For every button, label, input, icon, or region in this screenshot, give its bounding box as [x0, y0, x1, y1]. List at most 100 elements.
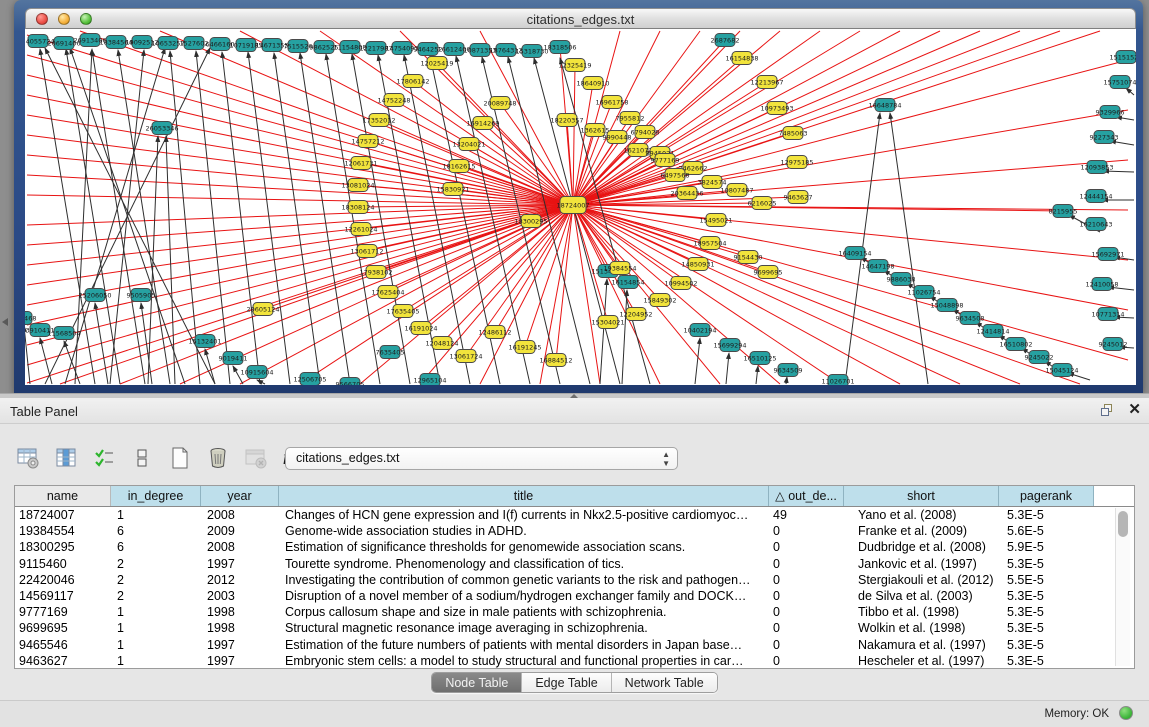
table-cell[interactable]: 0 — [769, 620, 844, 636]
table-cell[interactable]: Disruption of a novel member of a sodium… — [279, 588, 769, 604]
table-cell[interactable]: 22420046 — [15, 572, 111, 588]
table-cell[interactable]: 2003 — [201, 588, 279, 604]
close-panel-icon[interactable]: ✕ — [1128, 402, 1141, 418]
table-row[interactable]: 1872400712008Changes of HCN gene express… — [15, 507, 1134, 523]
table-cell[interactable]: 6 — [111, 539, 201, 555]
table-cell[interactable]: 19384554 — [15, 523, 111, 539]
table-cell[interactable]: 1997 — [201, 556, 279, 572]
table-cell[interactable]: Corpus callosum shape and size in male p… — [279, 604, 769, 620]
table-cell[interactable]: 9115460 — [15, 556, 111, 572]
table-cell[interactable]: 2008 — [201, 507, 279, 523]
table-cell[interactable]: Tourette syndrome. Phenomenology and cla… — [279, 556, 769, 572]
table-cell[interactable]: Embryonic stem cells: a model to study s… — [279, 653, 769, 669]
table-row[interactable]: 1830029562008Estimation of significance … — [15, 539, 1134, 555]
delete-column-trash-button[interactable] — [204, 444, 232, 472]
column-header-year[interactable]: year — [201, 486, 279, 506]
table-cell[interactable]: 1998 — [201, 604, 279, 620]
table-cell[interactable]: 6 — [111, 523, 201, 539]
table-row[interactable]: 911546021997Tourette syndrome. Phenomeno… — [15, 556, 1134, 572]
network-window-titlebar[interactable]: citations_edges.txt — [25, 8, 1136, 29]
table-cell[interactable]: 5.3E-5 — [999, 556, 1094, 572]
tab-edge-table[interactable]: Edge Table — [522, 673, 611, 692]
table-selector-dropdown[interactable]: citations_edges.txt ▲▼ — [285, 447, 678, 470]
table-cell[interactable]: 1997 — [201, 653, 279, 669]
table-cell[interactable]: 1 — [111, 604, 201, 620]
scrollbar-thumb[interactable] — [1118, 511, 1128, 537]
table-row[interactable]: 946554611997Estimation of the future num… — [15, 637, 1134, 653]
table-cell[interactable]: 5.6E-5 — [999, 523, 1094, 539]
table-cell[interactable]: 5.5E-5 — [999, 572, 1094, 588]
column-header-out_de[interactable]: △ out_de... — [769, 486, 844, 506]
table-cell[interactable]: 2009 — [201, 523, 279, 539]
table-cell[interactable]: 14569117 — [15, 588, 111, 604]
table-cell[interactable]: Wolkin et al. (1998) — [844, 620, 999, 636]
table-cell[interactable]: 5.3E-5 — [999, 604, 1094, 620]
table-cell[interactable]: 5.3E-5 — [999, 620, 1094, 636]
table-cell[interactable]: Hescheler et al. (1997) — [844, 653, 999, 669]
table-cell[interactable]: 2 — [111, 556, 201, 572]
table-cell[interactable]: 9463627 — [15, 653, 111, 669]
table-cell[interactable]: 5.9E-5 — [999, 539, 1094, 555]
table-cell[interactable]: Changes of HCN gene expression and I(f) … — [279, 507, 769, 523]
table-row[interactable]: 969969511998Structural magnetic resonanc… — [15, 620, 1134, 636]
table-cell[interactable]: 18300295 — [15, 539, 111, 555]
table-cell[interactable]: 1 — [111, 637, 201, 653]
table-cell[interactable]: 5.3E-5 — [999, 637, 1094, 653]
table-cell[interactable]: 49 — [769, 507, 844, 523]
table-cell[interactable]: 1 — [111, 653, 201, 669]
tab-node-table[interactable]: Node Table — [432, 673, 522, 692]
table-cell[interactable]: 0 — [769, 653, 844, 669]
table-cell[interactable]: Franke et al. (2009) — [844, 523, 999, 539]
table-row[interactable]: 946362711997Embryonic stem cells: a mode… — [15, 653, 1134, 669]
table-row[interactable]: 1938455462009Genome-wide association stu… — [15, 523, 1134, 539]
table-mode-button[interactable] — [14, 444, 42, 472]
column-header-title[interactable]: title — [279, 486, 769, 506]
table-cell[interactable]: 0 — [769, 539, 844, 555]
column-header-short[interactable]: short — [844, 486, 999, 506]
table-cell[interactable]: 1997 — [201, 637, 279, 653]
table-cell[interactable]: 5.3E-5 — [999, 507, 1094, 523]
new-column-button[interactable] — [166, 444, 194, 472]
memory-ok-indicator[interactable] — [1119, 706, 1133, 720]
column-header-in_degree[interactable]: in_degree — [111, 486, 201, 506]
row-height-button[interactable] — [128, 444, 156, 472]
table-cell[interactable]: Jankovic et al. (1997) — [844, 556, 999, 572]
float-panel-icon[interactable] — [1101, 404, 1115, 417]
table-cell[interactable]: 5.3E-5 — [999, 588, 1094, 604]
table-cell[interactable]: 0 — [769, 588, 844, 604]
table-cell[interactable]: 18724007 — [15, 507, 111, 523]
table-cell[interactable]: 0 — [769, 556, 844, 572]
table-cell[interactable]: Structural magnetic resonance image aver… — [279, 620, 769, 636]
table-cell[interactable]: 9465546 — [15, 637, 111, 653]
select-columns-checklist-button[interactable] — [90, 444, 118, 472]
table-cell[interactable]: Dudbridge et al. (2008) — [844, 539, 999, 555]
network-window[interactable]: citations_edges.txt 18724007240557242069… — [14, 0, 1143, 393]
table-cell[interactable]: 2 — [111, 572, 201, 588]
column-header-name[interactable]: name — [15, 486, 111, 506]
table-row[interactable]: 977716911998Corpus callosum shape and si… — [15, 604, 1134, 620]
table-cell[interactable]: Estimation of significance thresholds fo… — [279, 539, 769, 555]
table-cell[interactable]: Investigating the contribution of common… — [279, 572, 769, 588]
vertical-scrollbar[interactable] — [1115, 508, 1130, 666]
table-cell[interactable]: 1998 — [201, 620, 279, 636]
table-cell[interactable]: 2 — [111, 588, 201, 604]
table-cell[interactable]: 1 — [111, 620, 201, 636]
table-cell[interactable]: 9777169 — [15, 604, 111, 620]
tab-network-table[interactable]: Network Table — [612, 673, 717, 692]
network-canvas[interactable]: 1872400724055724206914062691340618384564… — [25, 29, 1136, 385]
table-cell[interactable]: Tibbo et al. (1998) — [844, 604, 999, 620]
table-cell[interactable]: 9699695 — [15, 620, 111, 636]
table-cell[interactable]: Yano et al. (2008) — [844, 507, 999, 523]
table-cell[interactable]: 0 — [769, 637, 844, 653]
table-cell[interactable]: 0 — [769, 572, 844, 588]
table-cell[interactable]: 5.3E-5 — [999, 653, 1094, 669]
table-cell[interactable]: de Silva et al. (2003) — [844, 588, 999, 604]
show-columns-button[interactable] — [52, 444, 80, 472]
table-cell[interactable]: 0 — [769, 604, 844, 620]
column-header-pagerank[interactable]: pagerank — [999, 486, 1094, 506]
table-cell[interactable]: 0 — [769, 523, 844, 539]
table-cell[interactable]: Stergiakouli et al. (2012) — [844, 572, 999, 588]
table-row[interactable]: 2242004622012Investigating the contribut… — [15, 572, 1134, 588]
table-cell[interactable]: 2012 — [201, 572, 279, 588]
panel-collapse-arrow-icon[interactable] — [2, 318, 8, 326]
